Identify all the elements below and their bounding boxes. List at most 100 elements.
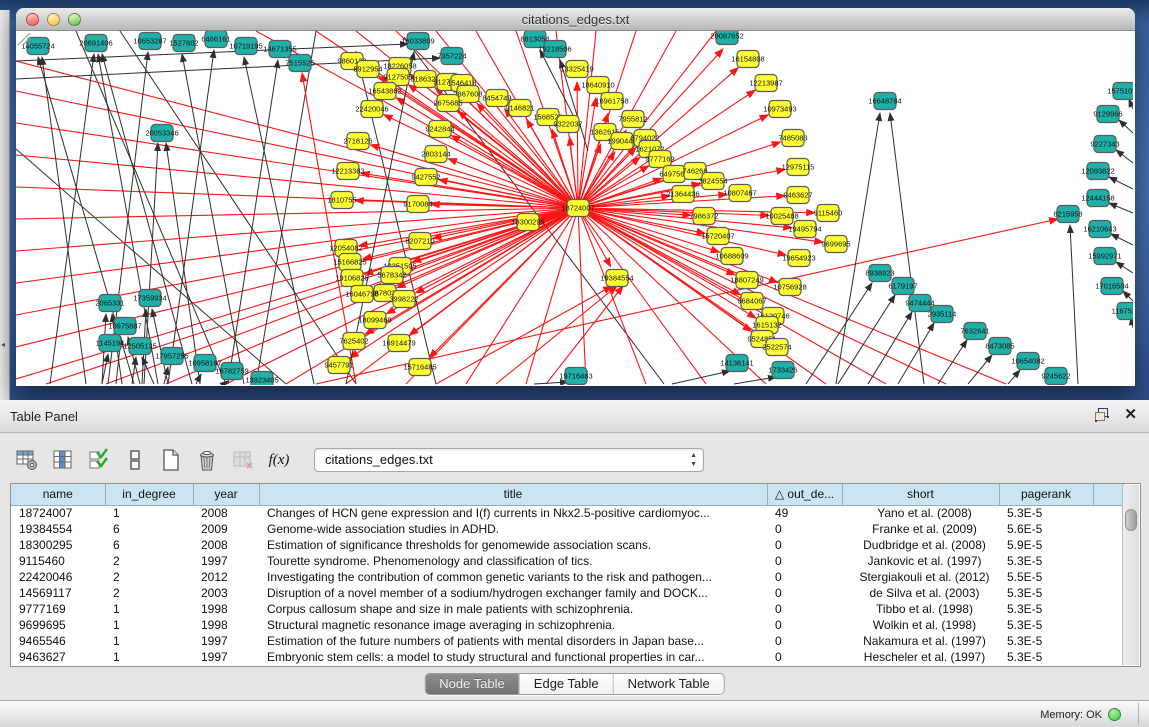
table-vertical-scrollbar[interactable] bbox=[1122, 485, 1139, 665]
paper-node[interactable]: 19106825 bbox=[335, 270, 368, 287]
table-row[interactable]: 946362711997Embryonic stem cells: a mode… bbox=[11, 649, 1123, 665]
table-settings-button[interactable] bbox=[14, 447, 40, 473]
external-paper-node[interactable]: 6466161 bbox=[201, 31, 230, 48]
paper-node[interactable]: 19384554 bbox=[600, 270, 633, 287]
tab-node-table[interactable]: Node Table bbox=[425, 674, 520, 694]
paper-node[interactable]: 5678342 bbox=[377, 267, 406, 284]
paper-node[interactable]: 8207210 bbox=[405, 233, 434, 250]
paper-node[interactable]: 12213987 bbox=[749, 75, 782, 92]
external-paper-node[interactable]: 2935114 bbox=[928, 306, 957, 323]
external-paper-node[interactable]: 16210643 bbox=[1083, 221, 1116, 238]
table-selector-dropdown[interactable]: citations_edges.txt ▲▼ bbox=[314, 448, 704, 472]
external-paper-node[interactable]: 9227343 bbox=[1090, 136, 1119, 153]
external-paper-node[interactable]: 1733426 bbox=[768, 362, 797, 379]
tab-edge-table[interactable]: Edge Table bbox=[520, 674, 614, 694]
external-paper-node[interactable]: 7515525 bbox=[285, 55, 314, 72]
external-paper-node[interactable]: 12444158 bbox=[1081, 190, 1114, 207]
external-paper-node[interactable]: 7357224 bbox=[437, 48, 466, 65]
paper-node[interactable]: 7955812 bbox=[618, 111, 647, 128]
paper-node[interactable]: 19495794 bbox=[788, 221, 821, 238]
paper-node[interactable]: 12213383 bbox=[331, 163, 364, 180]
close-panel-icon[interactable]: ✕ bbox=[1124, 407, 1137, 422]
external-paper-node[interactable]: 1527602 bbox=[169, 35, 198, 52]
table-row[interactable]: 1830029562008Estimation of significance … bbox=[11, 537, 1123, 553]
external-paper-node[interactable]: 1145194 bbox=[96, 335, 125, 352]
new-table-button[interactable] bbox=[158, 447, 184, 473]
external-paper-node[interactable]: 11675324 bbox=[1112, 303, 1133, 320]
table-row[interactable]: 2242004622012Investigating the contribut… bbox=[11, 569, 1123, 585]
external-paper-node[interactable]: 6179197 bbox=[888, 278, 917, 295]
paper-node[interactable]: 18640910 bbox=[581, 77, 614, 94]
external-paper-node[interactable]: 15751074 bbox=[1107, 83, 1133, 100]
paper-node[interactable]: 9699695 bbox=[821, 236, 850, 253]
window-titlebar[interactable]: citations_edges.txt bbox=[16, 8, 1135, 31]
paper-node[interactable]: 16914479 bbox=[382, 335, 415, 352]
show-columns-button[interactable] bbox=[50, 447, 76, 473]
paper-node[interactable]: 2522574 bbox=[762, 339, 791, 356]
paper-node[interactable]: 19654923 bbox=[782, 250, 815, 267]
external-paper-node[interactable]: 10653287 bbox=[133, 33, 166, 50]
paper-node[interactable]: 8912954 bbox=[353, 61, 382, 78]
table-row[interactable]: 911546021997Tourette syndrome. Phenomeno… bbox=[11, 553, 1123, 569]
paper-node[interactable]: 13325419 bbox=[560, 61, 593, 78]
column-header-indegree[interactable]: in_degree bbox=[105, 484, 193, 505]
column-header-pagerank[interactable]: pagerank bbox=[999, 484, 1093, 505]
network-view-window[interactable]: citations_edges.txt 18724007986012889129… bbox=[16, 8, 1135, 386]
table-row[interactable]: 977716911998Corpus callosum shape and si… bbox=[11, 601, 1123, 617]
paper-node[interactable]: 9170084 bbox=[403, 196, 432, 213]
external-paper-node[interactable]: 8215958 bbox=[1053, 206, 1082, 223]
paper-node[interactable]: 9457791 bbox=[324, 357, 353, 374]
node-table-grid[interactable]: namein_degreeyeartitle△ out_de...shortpa… bbox=[11, 484, 1124, 665]
table-row[interactable]: 946554611997Estimation of the future num… bbox=[11, 633, 1123, 649]
external-paper-node[interactable]: 14136141 bbox=[720, 355, 753, 372]
external-paper-node[interactable]: 16648784 bbox=[868, 93, 901, 110]
paper-node[interactable]: 7986372 bbox=[689, 208, 718, 225]
table-row[interactable]: 1938455462009Genome-wide association stu… bbox=[11, 521, 1123, 537]
column-header-title[interactable]: title bbox=[259, 484, 767, 505]
row-options-button[interactable] bbox=[122, 447, 148, 473]
paper-node[interactable]: 9684067 bbox=[737, 293, 766, 310]
select-columns-button[interactable] bbox=[86, 447, 112, 473]
column-header-short[interactable]: short bbox=[842, 484, 999, 505]
paper-node[interactable]: 10688609 bbox=[715, 248, 748, 265]
window-resize-grip-icon[interactable] bbox=[16, 31, 32, 47]
paper-node[interactable]: 2718126 bbox=[343, 133, 372, 150]
table-row[interactable]: 1872400712008Changes of HCN gene express… bbox=[11, 505, 1123, 521]
external-paper-node[interactable]: 20087652 bbox=[710, 31, 743, 45]
paper-node[interactable]: 16154808 bbox=[731, 51, 764, 68]
paper-node[interactable]: 2675685 bbox=[433, 95, 462, 112]
function-builder-button[interactable]: f(x) bbox=[266, 447, 292, 473]
paper-node[interactable]: 9146821 bbox=[505, 100, 534, 117]
column-header-name[interactable]: name bbox=[11, 484, 105, 505]
paper-node[interactable]: 16961758 bbox=[595, 93, 628, 110]
paper-node[interactable]: 9463627 bbox=[783, 187, 812, 204]
tab-network-table[interactable]: Network Table bbox=[614, 674, 724, 694]
delete-rows-button[interactable] bbox=[194, 447, 220, 473]
external-paper-node[interactable]: 2065331 bbox=[95, 295, 124, 312]
external-paper-node[interactable]: 16033809 bbox=[401, 33, 434, 50]
external-paper-node[interactable]: 7632641 bbox=[960, 323, 989, 340]
paper-node[interactable]: 15716485 bbox=[403, 359, 436, 376]
paper-node[interactable]: 3998222 bbox=[389, 291, 418, 308]
external-paper-node[interactable]: 20053346 bbox=[145, 125, 178, 142]
paper-node[interactable]: 9322037 bbox=[553, 116, 582, 133]
left-collapsed-panel[interactable]: ◂ bbox=[0, 10, 10, 400]
paper-node[interactable]: 7625402 bbox=[339, 333, 368, 350]
paper-node[interactable]: 12975115 bbox=[782, 159, 815, 176]
paper-node[interactable]: 9115460 bbox=[814, 205, 843, 222]
float-panel-icon[interactable] bbox=[1094, 407, 1110, 422]
paper-node[interactable]: 1810755 bbox=[327, 192, 356, 209]
paper-node[interactable]: 10025488 bbox=[765, 208, 798, 225]
external-paper-node[interactable]: 9245622 bbox=[1041, 368, 1070, 385]
paper-node[interactable]: 9242844 bbox=[425, 121, 454, 138]
paper-node[interactable]: 21364436 bbox=[666, 186, 699, 203]
paper-node[interactable]: 9427552 bbox=[411, 169, 440, 186]
paper-node[interactable]: 2803144 bbox=[421, 146, 450, 163]
external-paper-node[interactable]: 20691406 bbox=[79, 35, 112, 52]
table-row[interactable]: 1456911722003Disruption of a novel membe… bbox=[11, 585, 1123, 601]
column-header-year[interactable]: year bbox=[193, 484, 259, 505]
external-paper-node[interactable]: 10654082 bbox=[1011, 353, 1044, 370]
table-row[interactable]: 969969511998Structural magnetic resonanc… bbox=[11, 617, 1123, 633]
paper-node[interactable]: 7485083 bbox=[778, 130, 807, 147]
panel-collapse-arrow-icon[interactable]: ◂ bbox=[1, 340, 5, 349]
